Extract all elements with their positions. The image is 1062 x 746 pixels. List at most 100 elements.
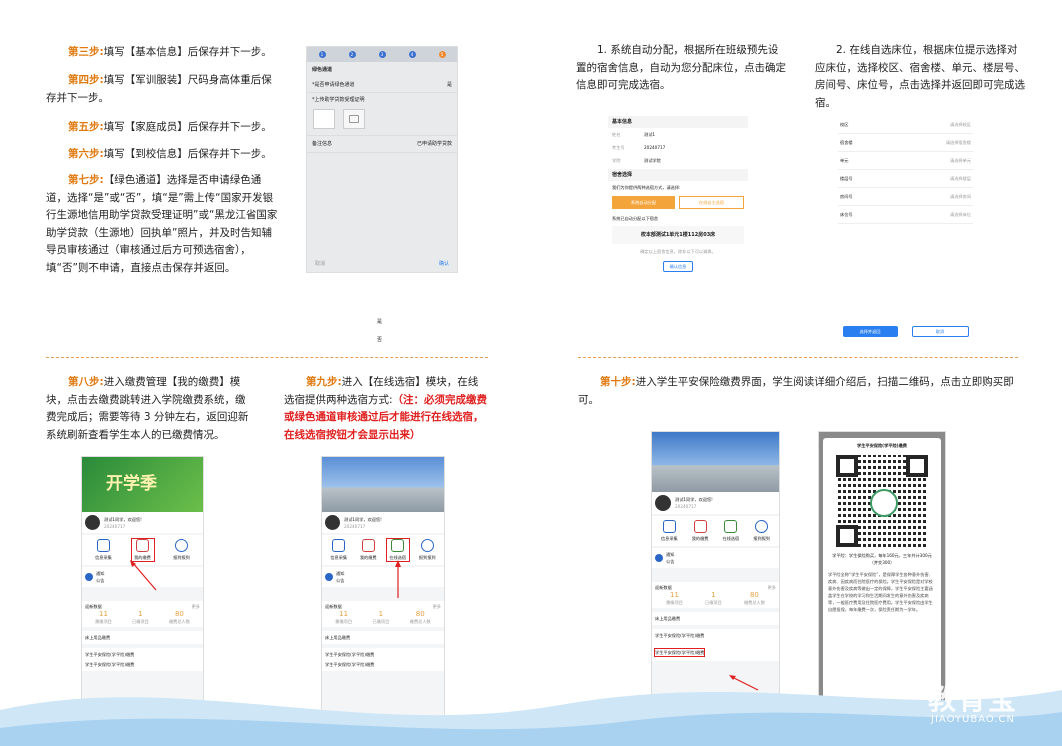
building-row[interactable]: 宿舍楼 请选择宿舍楼 bbox=[838, 134, 973, 152]
step5-label: 第五步: bbox=[68, 121, 104, 133]
checkin-tile[interactable]: 报到报到 bbox=[751, 520, 773, 542]
bed-row[interactable]: 床位号 请选择床位 bbox=[838, 206, 973, 224]
divider-right bbox=[578, 357, 1018, 358]
step3-label: 第三步: bbox=[68, 46, 104, 58]
stat-label: 需缴项目 bbox=[335, 619, 353, 624]
notice-sub: 公告 bbox=[666, 559, 675, 564]
checkin-tile[interactable]: 报到报到 bbox=[416, 539, 438, 561]
stat-num: 11 bbox=[99, 610, 108, 618]
popup-title: 学生平安保险(学平险)缴费 bbox=[857, 443, 907, 448]
notice-sub: 公告 bbox=[96, 578, 105, 583]
dorm-select-header: 宿舍选择 bbox=[608, 169, 748, 181]
cancel-select-button[interactable]: 取消 bbox=[911, 326, 969, 337]
green-title: 绿色通道 bbox=[312, 67, 333, 73]
bedding-section[interactable]: 床上用品缴费 bbox=[82, 631, 203, 644]
dorm-select-tile[interactable]: 在线选宿 bbox=[720, 520, 742, 542]
notice-sub: 公告 bbox=[336, 578, 345, 583]
qr-code-icon[interactable] bbox=[836, 455, 928, 547]
auto-assign-panel: 基本信息 姓名 测试1 考生号 20240717 学院 测试学院 宿舍选择 我们为你提… bbox=[608, 116, 748, 301]
checkin-icon bbox=[175, 539, 188, 552]
watermark-cn: 教育宝 bbox=[928, 683, 1019, 716]
fee-title: 迎新数据 bbox=[85, 604, 102, 609]
step3-paragraph: 第三步:填写【基本信息】后保存并下一步。 bbox=[46, 44, 278, 62]
camera-icon[interactable] bbox=[343, 109, 365, 129]
dorm-select-label: 在线选宿 bbox=[722, 536, 740, 541]
step8-label: 第八步: bbox=[68, 376, 104, 388]
user-card: 测试1同学，欢迎您! 20240717 bbox=[82, 512, 203, 533]
notice-row[interactable]: 通知 公告 bbox=[652, 548, 779, 568]
my-fee-label: 我的缴费 bbox=[691, 536, 709, 541]
watermark: 教育宝 JIAOYUBAO.CN bbox=[928, 678, 1018, 725]
select-return-button[interactable]: 选择并返回 bbox=[842, 326, 898, 337]
info-collect-icon bbox=[332, 539, 346, 552]
name-row: 姓名 测试1 bbox=[608, 128, 748, 141]
confirm-button[interactable]: 确认 bbox=[439, 260, 449, 268]
id-value: 20240717 bbox=[644, 145, 666, 150]
school-label: 学院 bbox=[612, 158, 621, 163]
step-dot: 3 bbox=[378, 51, 386, 58]
step6-label: 第六步: bbox=[68, 148, 104, 160]
stat-num: 1 bbox=[378, 610, 384, 618]
checkin-label: 报到报到 bbox=[418, 555, 436, 560]
notice-row[interactable]: 通知 公告 bbox=[322, 567, 444, 587]
info-collect-tile[interactable]: 信息采集 bbox=[328, 539, 350, 561]
option-yes[interactable]: 是 bbox=[377, 318, 382, 326]
option-no[interactable]: 否 bbox=[377, 336, 382, 344]
bed-label: 床位号 bbox=[840, 212, 853, 217]
step10-text: 进入学生平安保险缴费界面，学生阅读详细介绍后，扫描二维码，点击立即购买即可。 bbox=[578, 376, 1014, 406]
floor-row[interactable]: 楼层号 请选择楼层 bbox=[838, 170, 973, 188]
floor-label: 楼层号 bbox=[840, 176, 853, 181]
info-collect-icon bbox=[662, 520, 676, 533]
bedding-section[interactable]: 床上用品缴费 bbox=[652, 612, 779, 625]
avatar bbox=[325, 515, 340, 530]
info-collect-label: 信息采集 bbox=[95, 555, 112, 560]
my-fee-icon bbox=[361, 539, 375, 552]
checkin-tile[interactable]: 报到报到 bbox=[171, 539, 193, 561]
checkin-icon bbox=[755, 520, 769, 533]
remark-row: 备注信息 已申请助学贷款 bbox=[307, 135, 457, 153]
checkin-label: 报到报到 bbox=[753, 536, 770, 541]
fee-title: 迎新数据 bbox=[325, 604, 342, 609]
bed-value: 请选择床位 bbox=[950, 212, 971, 217]
room-row[interactable]: 房间号 请选择房间 bbox=[838, 188, 973, 206]
apply-value[interactable]: 是 bbox=[447, 81, 452, 89]
fee-card: 迎新数据 更多 11 需缴项目 1 已缴项目 80 缴费总人数 bbox=[322, 601, 444, 627]
self-select-paragraph: 2. 在线自选床位，根据床位提示选择对应床位，选择校区、宿舍楼、单元、楼层号、房… bbox=[815, 44, 1025, 109]
step6-text: 填写【到校信息】后保存并下一步。 bbox=[103, 148, 272, 160]
step9-label: 第九步: bbox=[306, 376, 342, 388]
greeting: 测试1同学，欢迎您! bbox=[104, 516, 142, 522]
my-fee-tile[interactable]: 我的缴费 bbox=[689, 520, 711, 542]
confirm-info-button[interactable]: 确认信息 bbox=[663, 261, 693, 272]
my-fee-tile[interactable]: 我的缴费 bbox=[357, 539, 379, 561]
bell-icon bbox=[325, 573, 333, 581]
remark-label: 备注信息 bbox=[312, 141, 333, 147]
name-value: 测试1 bbox=[644, 132, 656, 137]
unit-row[interactable]: 单元 请选择单元 bbox=[838, 152, 973, 170]
info-collect-label: 信息采集 bbox=[330, 555, 348, 560]
fee-title: 迎新数据 bbox=[655, 585, 672, 590]
building-label: 宿舍楼 bbox=[840, 140, 853, 145]
info-collect-label: 信息采集 bbox=[660, 536, 678, 541]
bed-icon bbox=[391, 539, 405, 552]
fee-more[interactable]: 更多 bbox=[192, 603, 200, 610]
self-select-button[interactable]: 在线自主选宿 bbox=[679, 196, 744, 209]
stat-label: 缴费总人数 bbox=[168, 619, 190, 624]
stat-label: 已缴项目 bbox=[372, 619, 390, 624]
unit-value: 请选择单元 bbox=[950, 158, 971, 163]
cancel-button[interactable]: 取消 bbox=[315, 260, 325, 268]
stat-label: 已缴项目 bbox=[132, 619, 149, 624]
step-dot: 2 bbox=[348, 51, 356, 58]
fee-more[interactable]: 更多 bbox=[768, 584, 776, 591]
greeting: 测试1同学，欢迎您! bbox=[675, 497, 713, 502]
student-id: 20240717 bbox=[104, 523, 126, 529]
id-row: 考生号 20240717 bbox=[608, 141, 748, 154]
info-collect-tile[interactable]: 信息采集 bbox=[93, 539, 115, 561]
campus-row[interactable]: 校区 请选择校区 bbox=[838, 116, 973, 134]
bedding-section[interactable]: 床上用品缴费 bbox=[322, 631, 444, 644]
info-collect-tile[interactable]: 信息采集 bbox=[658, 520, 680, 542]
fee-stats: 11 需缴项目 1 已缴项目 80 缴费总人数 bbox=[85, 610, 200, 625]
auto-assign-button[interactable]: 系统自动分配 bbox=[612, 196, 675, 209]
fee-more[interactable]: 更多 bbox=[433, 603, 441, 610]
room-value: 请选择房间 bbox=[950, 194, 971, 199]
step-dot: 1 bbox=[318, 51, 326, 58]
